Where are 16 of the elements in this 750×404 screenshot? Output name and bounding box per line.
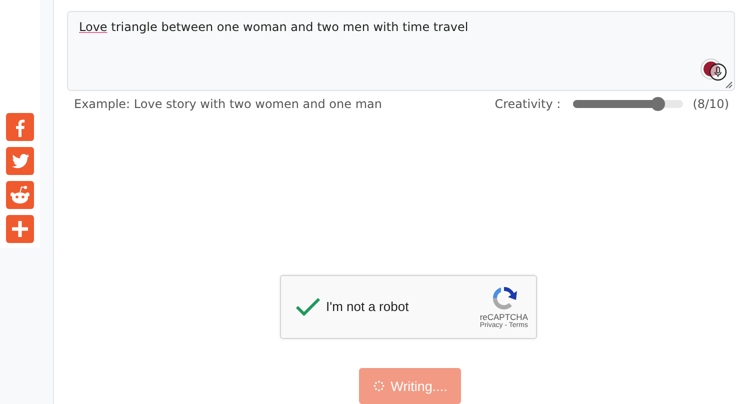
captcha-brand: reCAPTCHA (480, 312, 528, 322)
creativity-slider[interactable] (572, 100, 683, 108)
bird-icon[interactable] (6, 147, 34, 175)
spinner-icon (372, 380, 385, 392)
prompt-field[interactable]: Love triangle between one woman and two men with time travel (67, 11, 735, 91)
facebook-icon[interactable] (6, 113, 34, 141)
resize-grip-icon[interactable] (725, 80, 733, 89)
slider-thumb[interactable] (651, 96, 666, 111)
checkmark-icon[interactable] (295, 296, 321, 317)
alien-icon[interactable] (6, 181, 34, 209)
plus-icon[interactable] (6, 215, 34, 243)
microphone-icon[interactable] (699, 56, 729, 83)
captcha-label: I'm not a robot (326, 299, 410, 314)
creativity-reading: (8/10) (692, 96, 729, 111)
example-hint: Example: Love story with two women and one man (74, 96, 382, 111)
creativity-label: Creativity : (494, 96, 561, 111)
